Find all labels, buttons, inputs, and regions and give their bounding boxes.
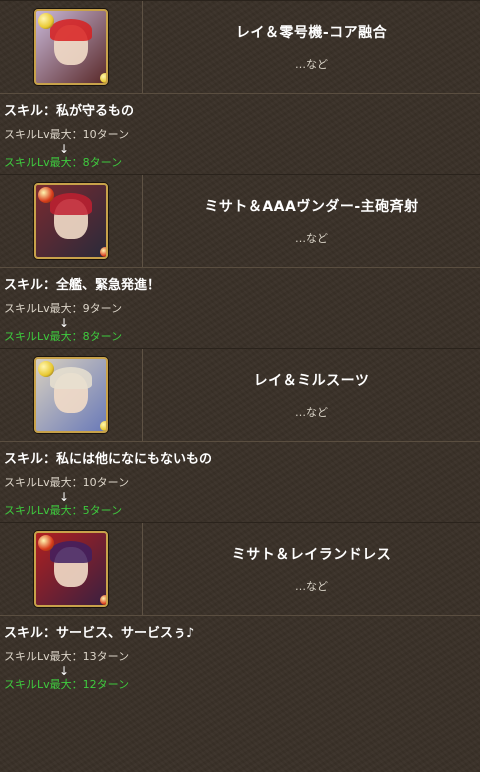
monster-name-cell: レイ＆ミルスーツ …など [143,349,480,441]
monster-name-cell: ミサト＆AAAヴンダー-主砲斉射 …など [143,175,480,267]
skill-block: スキル：私が守るもの スキルLv最大：10ターン ↓ スキルLv最大：8ターン [0,94,480,174]
attribute-orb-icon [38,13,54,29]
character-hair-art [50,541,92,563]
skill-turns-after: スキルLv最大：12ターン [4,678,130,691]
skill-block: スキル：全艦、緊急発進！ スキルLv最大：9ターン ↓ スキルLv最大：8ターン [0,268,480,348]
monster-portrait[interactable] [34,357,108,433]
monster-portrait[interactable] [34,531,108,607]
etc-text: …など [295,58,328,71]
skill-turns-before: スキルLv最大：9ターン [4,302,123,315]
monster-name-cell: レイ＆零号機-コア融合 …など [143,1,480,93]
skill-turns-after: スキルLv最大：5ターン [4,504,123,517]
character-hair-art [50,19,92,41]
skill-turns-before: スキルLv最大：10ターン [4,476,130,489]
monster-icon-cell [0,523,143,615]
sub-attribute-orb-icon [100,595,106,605]
skill-turns-before: スキルLv最大：13ターン [4,650,130,663]
monster-name: ミサト＆レイランドレス [231,547,392,563]
monster-name-cell: ミサト＆レイランドレス …など [143,523,480,615]
skill-title: スキル：私には他になにもないもの [4,452,213,467]
character-hair-art [50,193,92,215]
sub-attribute-orb-icon [100,421,106,431]
monster-header-row: レイ＆ミルスーツ …など [0,348,480,442]
monster-entry: ミサト＆AAAヴンダー-主砲斉射 …など スキル：全艦、緊急発進！ スキルLv最… [0,174,480,348]
monster-name: ミサト＆AAAヴンダー-主砲斉射 [204,199,419,215]
sub-attribute-orb-icon [100,73,106,83]
skill-block: スキル：私には他になにもないもの スキルLv最大：10ターン ↓ スキルLv最大… [0,442,480,522]
etc-text: …など [295,232,328,245]
monster-entry: ミサト＆レイランドレス …など スキル：サービス、サービスぅ♪ スキルLv最大：… [0,522,480,696]
skill-title: スキル：全艦、緊急発進！ [4,278,161,293]
down-arrow-icon: ↓ [59,142,70,156]
sub-attribute-orb-icon [100,247,106,257]
monster-entry: レイ＆零号機-コア融合 …など スキル：私が守るもの スキルLv最大：10ターン… [0,0,480,174]
monster-portrait[interactable] [34,183,108,259]
skill-title: スキル：サービス、サービスぅ♪ [4,626,195,641]
monster-name: レイ＆ミルスーツ [253,373,370,389]
down-arrow-icon: ↓ [59,664,70,678]
skill-title: スキル：私が守るもの [4,104,135,119]
down-arrow-icon: ↓ [59,490,70,504]
skill-turns-after: スキルLv最大：8ターン [4,156,123,169]
monster-icon-cell [0,349,143,441]
character-hair-art [50,367,92,389]
attribute-orb-icon [38,535,54,551]
monster-header-row: レイ＆零号機-コア融合 …など [0,0,480,94]
etc-text: …など [295,580,328,593]
skill-turns-before: スキルLv最大：10ターン [4,128,130,141]
skill-turns-after: スキルLv最大：8ターン [4,330,123,343]
etc-text: …など [295,406,328,419]
evolution-list: レイ＆零号機-コア融合 …など スキル：私が守るもの スキルLv最大：10ターン… [0,0,480,696]
monster-entry: レイ＆ミルスーツ …など スキル：私には他になにもないもの スキルLv最大：10… [0,348,480,522]
attribute-orb-icon [38,361,54,377]
skill-block: スキル：サービス、サービスぅ♪ スキルLv最大：13ターン ↓ スキルLv最大：… [0,616,480,696]
monster-icon-cell [0,175,143,267]
monster-portrait[interactable] [34,9,108,85]
monster-header-row: ミサト＆レイランドレス …など [0,522,480,616]
monster-icon-cell [0,1,143,93]
monster-name: レイ＆零号機-コア融合 [235,25,388,41]
monster-header-row: ミサト＆AAAヴンダー-主砲斉射 …など [0,174,480,268]
attribute-orb-icon [38,187,54,203]
down-arrow-icon: ↓ [59,316,70,330]
